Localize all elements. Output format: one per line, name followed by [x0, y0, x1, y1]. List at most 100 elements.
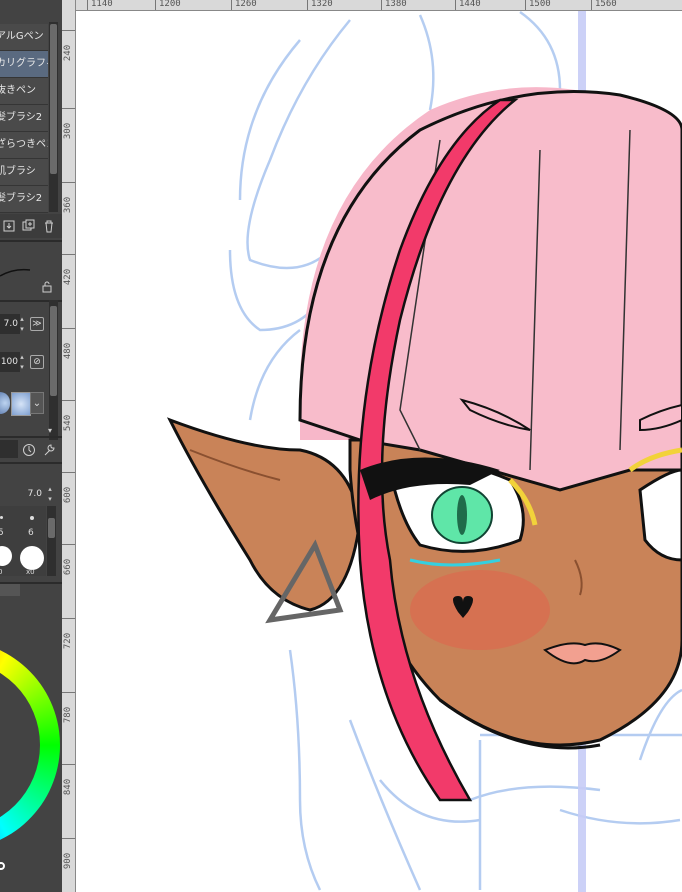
ruler-label: 600 — [63, 486, 73, 504]
trash-icon[interactable] — [42, 219, 56, 233]
ruler-tick — [455, 0, 456, 10]
texture-swatch[interactable] — [0, 392, 10, 414]
brush-stroke-preview — [0, 262, 40, 282]
opacity-toggle-icon[interactable]: ⊘ — [30, 355, 44, 369]
ruler-label: 540 — [63, 414, 73, 432]
ruler-tick — [591, 0, 592, 10]
ruler-tick — [62, 764, 75, 765]
size-dot[interactable] — [0, 516, 3, 519]
ruler-tick — [62, 618, 75, 619]
ruler-label: 1560 — [595, 0, 617, 9]
ruler-tick — [231, 0, 232, 10]
ruler-label: 1500 — [529, 0, 551, 9]
duplicate-icon[interactable] — [22, 219, 36, 233]
brush-item-label: 髪ブラシ2 — [0, 193, 43, 204]
scrollbar-thumb[interactable] — [50, 24, 57, 174]
hue-picker-handle[interactable] — [0, 862, 5, 870]
size-circle[interactable] — [20, 546, 44, 570]
brush-item-label: 髪ブラシ2 — [0, 112, 43, 123]
size-palette-scrollbar[interactable] — [47, 506, 56, 576]
brush-size-palette: 5 6 0 x0 — [0, 506, 46, 576]
brush-item-selected[interactable]: カリグラフィ — [0, 51, 48, 78]
ruler-tick — [62, 400, 75, 401]
size-preset-label: 6 — [28, 528, 34, 538]
stepper-icon[interactable]: ▴ ▾ — [18, 352, 26, 372]
divider — [0, 436, 62, 438]
brush-item[interactable]: 抜きペン — [0, 78, 48, 105]
lock-icon[interactable] — [40, 281, 54, 295]
scroll-down-icon[interactable]: ▾ — [48, 426, 52, 435]
filter-field[interactable] — [0, 440, 18, 458]
stepper-icon[interactable]: ▴ ▾ — [18, 314, 26, 334]
ruler-tick — [307, 0, 308, 10]
ruler-label: 840 — [63, 778, 73, 796]
stepper-icon[interactable]: ▴ ▾ — [46, 484, 54, 504]
ruler-label: 420 — [63, 268, 73, 286]
size-preset-label: x0 — [26, 568, 35, 576]
brush-item-label: 抜きペン — [0, 85, 36, 96]
artwork — [166, 11, 682, 892]
size-preset-label: 0 — [0, 568, 3, 576]
ruler-tick — [381, 0, 382, 10]
ruler-label: 900 — [63, 852, 73, 870]
ruler-tick — [87, 0, 88, 10]
ruler-tick — [62, 544, 75, 545]
ruler-label: 1140 — [91, 0, 113, 9]
ruler-tick — [62, 108, 75, 109]
ruler-label: 1440 — [459, 0, 481, 9]
brush-item-label: アルGペン — [0, 31, 44, 42]
wrench-icon[interactable] — [42, 443, 56, 457]
tool-panel: アルGペン カリグラフィ 抜きペン 髪ブラシ2 ざらつきペン 肌ブラシ 髪ブラシ… — [0, 0, 62, 892]
texture-swatch-selected[interactable] — [11, 392, 31, 416]
ruler-tick — [62, 472, 75, 473]
opacity-field[interactable]: 100 — [0, 352, 20, 372]
ruler-label: 480 — [63, 342, 73, 360]
property-scrollbar[interactable] — [49, 300, 58, 440]
brush-item-label: カリグラフィ — [0, 58, 48, 69]
brush-item[interactable]: ざらつきペン — [0, 132, 48, 159]
scrollbar-thumb[interactable] — [50, 306, 57, 396]
ruler-tick — [62, 254, 75, 255]
divider — [0, 240, 62, 242]
ruler-tick — [62, 328, 75, 329]
ruler-tick — [525, 0, 526, 10]
brush-size-field[interactable]: 7.0 — [0, 314, 20, 334]
size-circle[interactable] — [0, 546, 12, 566]
brush-list-scrollbar[interactable] — [49, 22, 58, 212]
ruler-tick — [62, 692, 75, 693]
ruler-label: 1200 — [159, 0, 181, 9]
size-dot[interactable] — [30, 516, 34, 520]
horizontal-ruler: 1140 1200 1260 1320 1380 1440 1500 1560 — [75, 0, 682, 11]
ruler-label: 780 — [63, 706, 73, 724]
ruler-label: 240 — [63, 44, 73, 62]
pressure-toggle-icon[interactable]: ≫ — [30, 317, 44, 331]
scrollbar-thumb[interactable] — [48, 518, 55, 538]
ruler-tick — [62, 182, 75, 183]
ruler-tick — [62, 838, 75, 839]
vertical-ruler: 240 300 360 420 480 540 600 660 720 780 840 900 — [62, 0, 76, 892]
brush-list-toolbar — [0, 214, 62, 238]
ruler-label: 1260 — [235, 0, 257, 9]
ruler-label: 360 — [63, 196, 73, 214]
ruler-label: 1320 — [311, 0, 333, 9]
color-panel-tab[interactable] — [0, 584, 20, 596]
ruler-tick — [155, 0, 156, 10]
brush-item-label: 肌ブラシ — [0, 166, 36, 177]
divider — [0, 462, 62, 464]
download-icon[interactable] — [2, 219, 16, 233]
clock-icon[interactable] — [22, 443, 36, 457]
ruler-tick — [62, 30, 75, 31]
brush-item-label: ざらつきペン — [0, 139, 48, 150]
ruler-label: 300 — [63, 122, 73, 140]
ruler-label: 1380 — [385, 0, 407, 9]
brush-item[interactable]: アルGペン — [0, 24, 48, 51]
brush-item[interactable]: 髪ブラシ2 — [0, 105, 48, 132]
brush-item[interactable]: 髪ブラシ2 — [0, 186, 48, 213]
ruler-label: 660 — [63, 558, 73, 576]
brush-item[interactable]: 肌ブラシ — [0, 159, 48, 186]
chevron-down-icon[interactable]: ⌄ — [30, 392, 44, 414]
ruler-label: 720 — [63, 632, 73, 650]
size-preset-label: 5 — [0, 528, 4, 538]
drawing-canvas[interactable] — [76, 11, 682, 892]
size-palette-value[interactable]: 7.0 — [0, 484, 44, 504]
